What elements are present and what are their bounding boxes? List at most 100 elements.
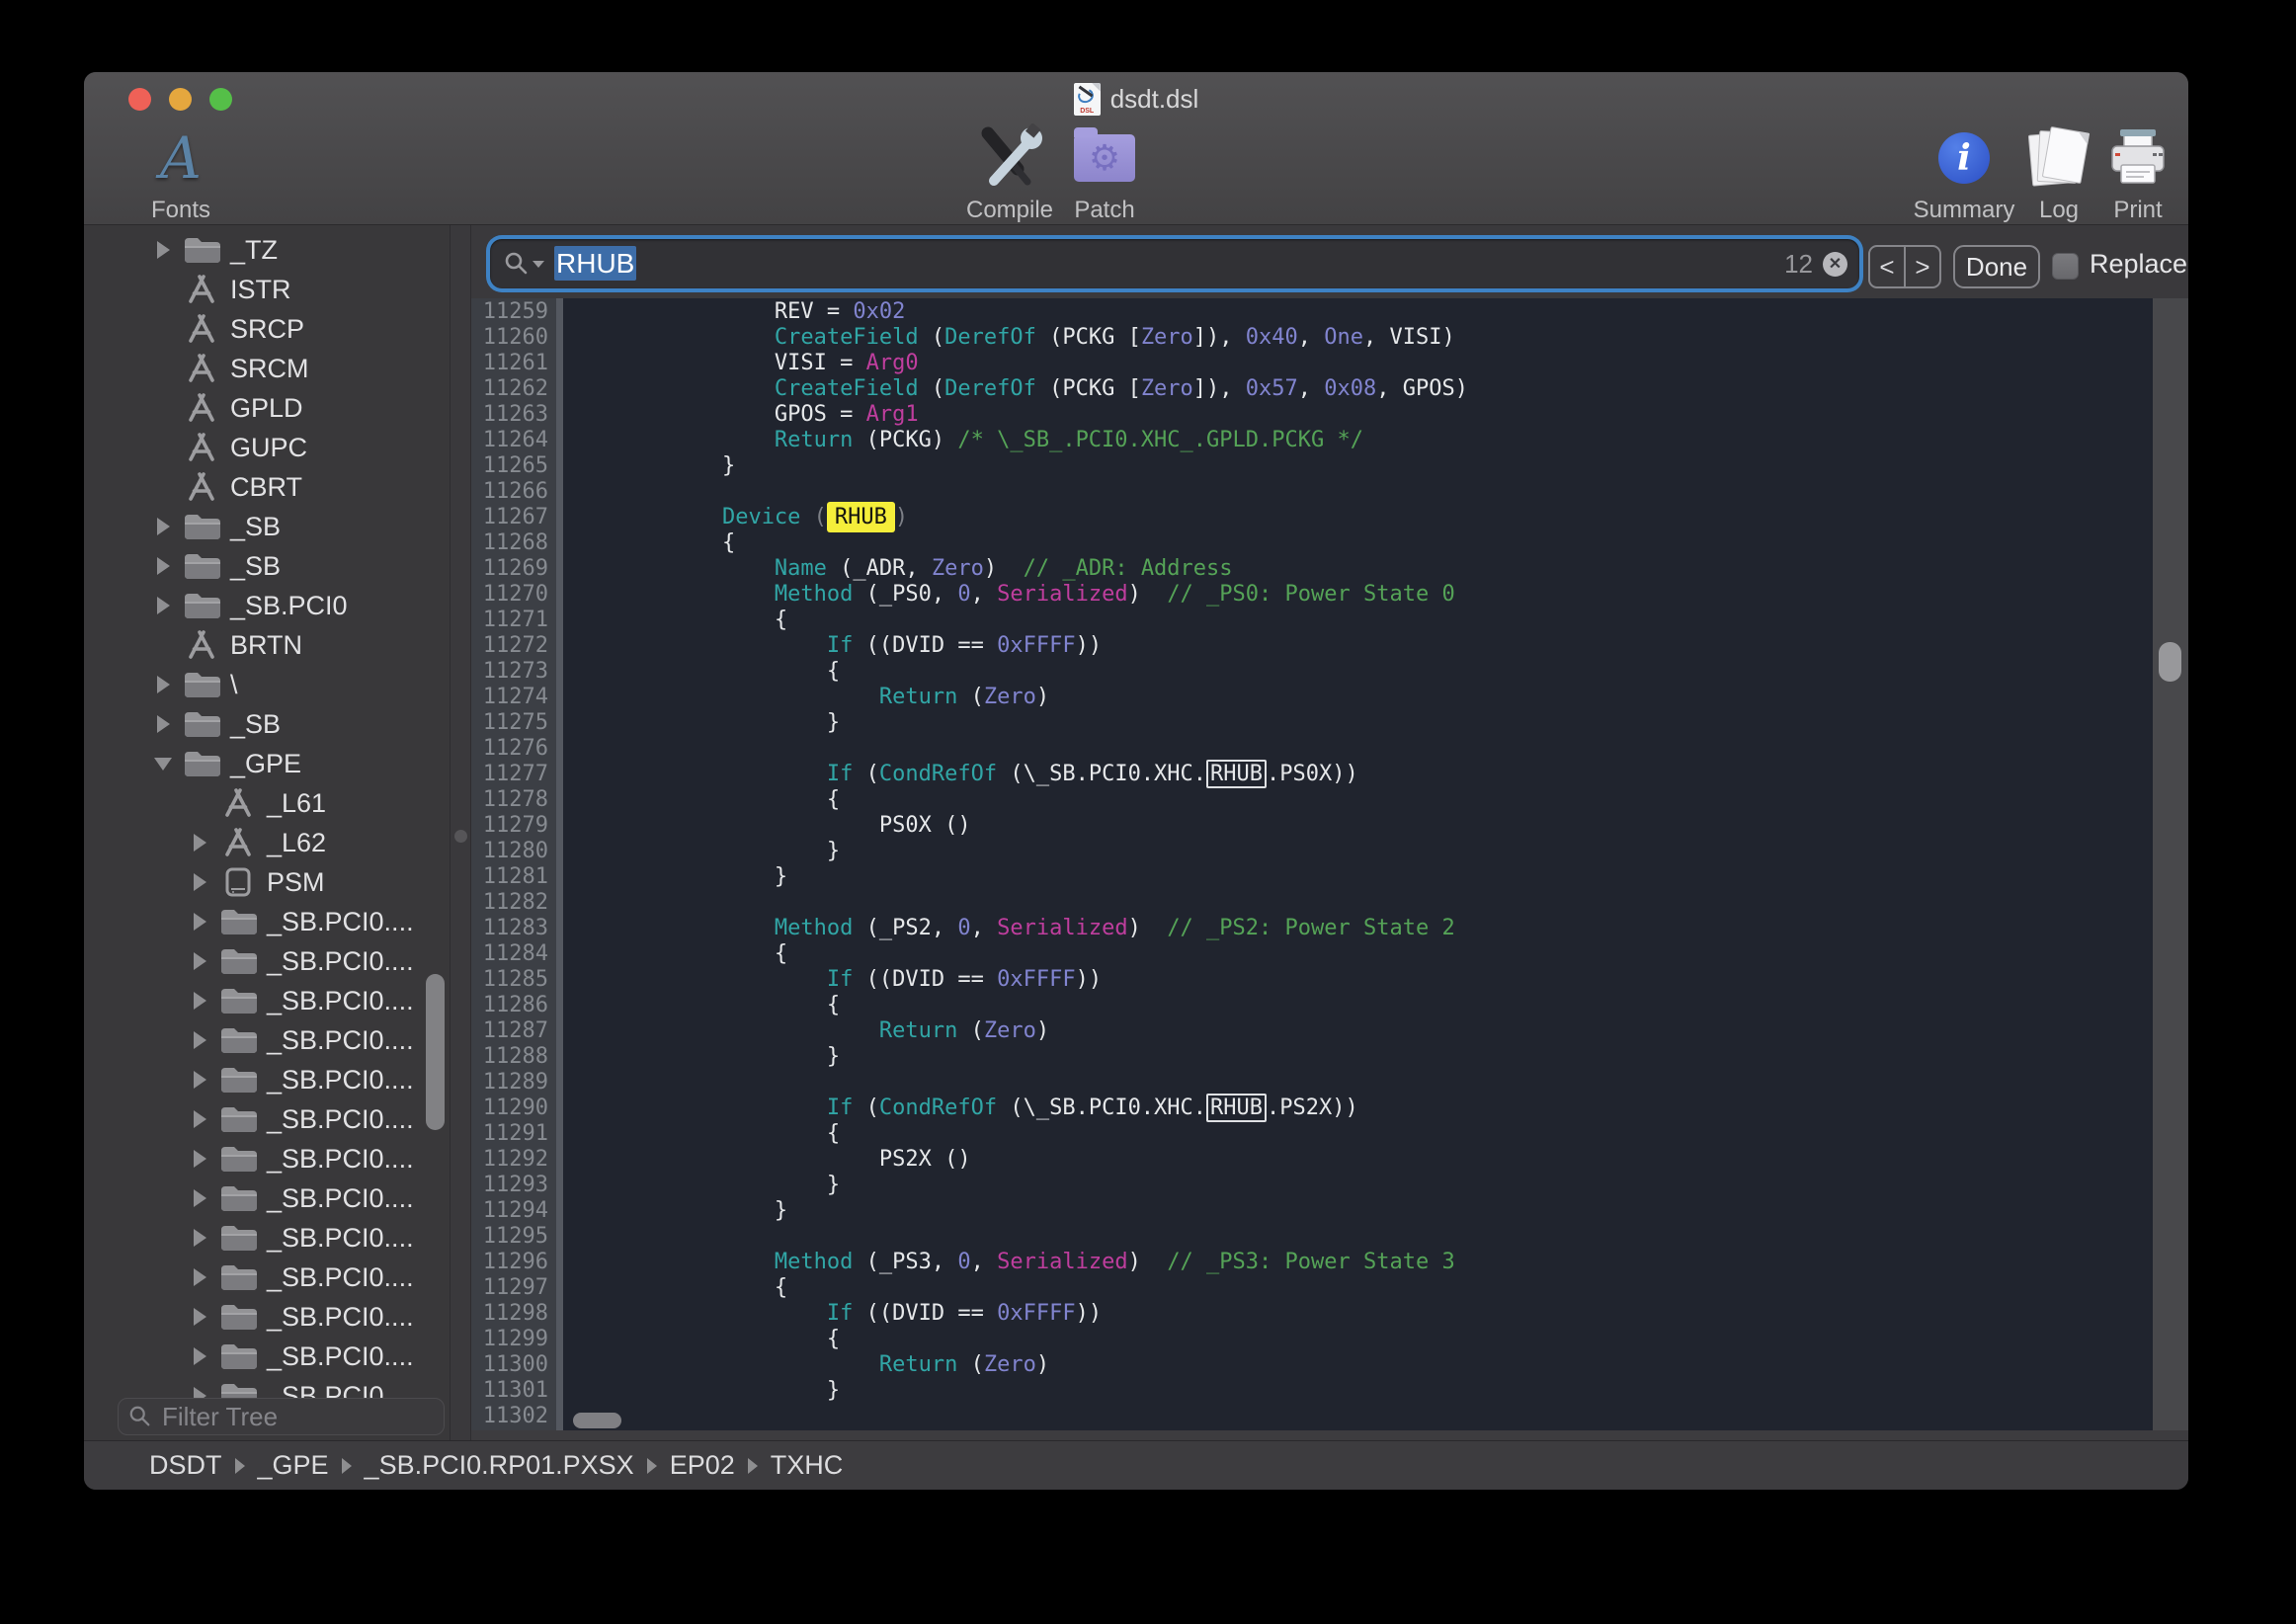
code-segment: } bbox=[827, 1378, 840, 1403]
breadcrumb-item[interactable]: _GPE bbox=[258, 1450, 329, 1481]
sidebar-item-_sbpci0[interactable]: _SB.PCI0.... bbox=[84, 1178, 450, 1218]
disclosure-closed-icon[interactable] bbox=[157, 557, 170, 575]
sidebar-item-_sbpci0[interactable]: _SB.PCI0.... bbox=[84, 1218, 450, 1258]
code-segment: (\_SB.PCI0.XHC. bbox=[1010, 1096, 1206, 1120]
breadcrumb-item[interactable]: TXHC bbox=[771, 1450, 844, 1481]
code-segment: } bbox=[775, 1198, 787, 1223]
vertical-scrollbar-thumb[interactable] bbox=[2159, 642, 2181, 682]
done-button[interactable]: Done bbox=[1953, 245, 2040, 288]
disclosure-closed-icon[interactable] bbox=[194, 913, 206, 931]
breadcrumb-item[interactable]: DSDT bbox=[149, 1450, 222, 1481]
horizontal-scrollbar-thumb[interactable] bbox=[573, 1413, 621, 1428]
document-icon: DSL bbox=[1074, 83, 1101, 116]
find-previous-button[interactable]: < bbox=[1870, 247, 1906, 286]
disclosure-closed-icon[interactable] bbox=[194, 1268, 206, 1286]
sidebar-item-_l62[interactable]: _L62 bbox=[84, 823, 450, 862]
code-segment: 0xFFFF bbox=[997, 633, 1075, 658]
sidebar-item-cbrt[interactable]: CBRT bbox=[84, 467, 450, 507]
sidebar-item-_sbpci0[interactable]: _SB.PCI0.... bbox=[84, 1020, 450, 1060]
disclosure-closed-icon[interactable] bbox=[194, 834, 206, 852]
disclosure-closed-icon[interactable] bbox=[194, 1308, 206, 1326]
code-segment: REV = bbox=[775, 299, 853, 324]
sidebar-item-_sbpci0[interactable]: _SB.PCI0.... bbox=[84, 1258, 450, 1297]
sidebar-item-brtn[interactable]: BRTN bbox=[84, 625, 450, 665]
editor-bottom-strip bbox=[471, 1430, 2188, 1440]
disclosure-closed-icon[interactable] bbox=[194, 1189, 206, 1207]
disclosure-closed-icon[interactable] bbox=[194, 1031, 206, 1049]
disclosure-closed-icon[interactable] bbox=[194, 952, 206, 970]
code-line: 11273 { bbox=[471, 659, 2188, 685]
sidebar-item-_sbpci0[interactable]: _SB.PCI0.... bbox=[84, 1099, 450, 1139]
sidebar-item-_sbpci0[interactable]: _SB.PCI0 bbox=[84, 586, 450, 625]
disclosure-closed-icon[interactable] bbox=[194, 1347, 206, 1365]
clear-search-icon[interactable]: ✕ bbox=[1823, 252, 1847, 277]
sidebar-item-_sbpci0[interactable]: _SB.PCI0.... bbox=[84, 1337, 450, 1376]
sidebar-item-_tz[interactable]: _TZ bbox=[84, 230, 450, 270]
disclosure-closed-icon[interactable] bbox=[157, 676, 170, 693]
folder-icon bbox=[215, 1223, 261, 1253]
symbol-tree[interactable]: _TZISTRSRCPSRCMGPLDGUPCCBRT_SB_SB_SB.PCI… bbox=[84, 230, 450, 1490]
patch-folder-icon: ⚙ bbox=[1074, 134, 1135, 182]
filter-tree-input[interactable]: Filter Tree bbox=[118, 1398, 445, 1435]
sidebar-item-gupc[interactable]: GUPC bbox=[84, 428, 450, 467]
disclosure-closed-icon[interactable] bbox=[194, 1110, 206, 1128]
sidebar-item-_sb[interactable]: _SB bbox=[84, 507, 450, 546]
sidebar-item-srcm[interactable]: SRCM bbox=[84, 349, 450, 388]
sidebar-item-_sbpci0[interactable]: _SB.PCI0.... bbox=[84, 981, 450, 1020]
sidebar-item-[interactable]: \ bbox=[84, 665, 450, 704]
disclosure-closed-icon[interactable] bbox=[194, 1071, 206, 1089]
disclosure-closed-icon[interactable] bbox=[157, 597, 170, 614]
find-next-button[interactable]: > bbox=[1906, 247, 1939, 286]
breadcrumb-item[interactable]: _SB.PCI0.RP01.PXSX bbox=[365, 1450, 634, 1481]
disclosure-open-icon[interactable] bbox=[154, 758, 172, 771]
disclosure-closed-icon[interactable] bbox=[194, 992, 206, 1010]
sidebar-item-_l61[interactable]: _L61 bbox=[84, 783, 450, 823]
code-segment: If bbox=[827, 1096, 866, 1120]
replace-checkbox[interactable] bbox=[2052, 253, 2079, 280]
sidebar-item-label: _SB.PCI0.... bbox=[267, 1065, 414, 1096]
disclosure-closed-icon[interactable] bbox=[194, 1150, 206, 1168]
folder-icon bbox=[215, 1302, 261, 1332]
code-segment: } bbox=[827, 1173, 840, 1197]
sidebar-item-_sb[interactable]: _SB bbox=[84, 546, 450, 586]
sidebar-item-_sbpci0[interactable]: _SB.PCI0.... bbox=[84, 1060, 450, 1099]
sidebar-item-_gpe[interactable]: _GPE bbox=[84, 744, 450, 783]
code-segment: { bbox=[775, 1275, 787, 1300]
search-menu-chevron-icon[interactable] bbox=[533, 261, 544, 268]
toolbar-item-patch[interactable]: ⚙ Patch bbox=[1030, 122, 1179, 224]
sidebar-scrollbar-thumb[interactable] bbox=[426, 974, 445, 1130]
disclosure-closed-icon[interactable] bbox=[157, 518, 170, 535]
disclosure-closed-icon[interactable] bbox=[194, 873, 206, 891]
replace-label: Replace bbox=[2090, 249, 2187, 280]
sidebar-item-psm[interactable]: PSM bbox=[84, 862, 450, 902]
code-line: 11272 If ((DVID == 0xFFFF)) bbox=[471, 633, 2188, 659]
pane-splitter[interactable] bbox=[450, 225, 471, 1440]
toolbar-item-print[interactable]: Print bbox=[2064, 122, 2188, 224]
search-input[interactable]: RHUB 12 ✕ bbox=[490, 239, 1859, 288]
toolbar-item-fonts[interactable]: A Fonts bbox=[107, 122, 255, 224]
editor-vertical-scrollbar[interactable] bbox=[2153, 298, 2188, 1430]
code-segment: // _ADR: Address bbox=[1024, 556, 1233, 581]
code-segment: PS0X () bbox=[879, 813, 971, 838]
sidebar-item-srcp[interactable]: SRCP bbox=[84, 309, 450, 349]
disclosure-closed-icon[interactable] bbox=[157, 715, 170, 733]
titlebar-toolbar[interactable]: DSL dsdt.dsl A Fonts Compile bbox=[84, 72, 2188, 225]
code-line: 11264 Return (PCKG) /* \_SB_.PCI0.XHC_.G… bbox=[471, 428, 2188, 453]
sidebar-item-_sbpci0[interactable]: _SB.PCI0.... bbox=[84, 941, 450, 981]
sidebar-item-_sbpci0[interactable]: _SB.PCI0.... bbox=[84, 902, 450, 941]
line-number: 11271 bbox=[471, 608, 548, 633]
sidebar-item-_sbpci0[interactable]: _SB.PCI0.... bbox=[84, 1139, 450, 1178]
sidebar-item-gpld[interactable]: GPLD bbox=[84, 388, 450, 428]
code-segment: ]), bbox=[1193, 325, 1246, 350]
search-match: RHUB bbox=[1206, 760, 1267, 788]
sidebar-item-_sbpci0[interactable]: _SB.PCI0.... bbox=[84, 1297, 450, 1337]
code-segment: CondRefOf bbox=[879, 1096, 1010, 1120]
disclosure-closed-icon[interactable] bbox=[194, 1229, 206, 1247]
sidebar-item-_sb[interactable]: _SB bbox=[84, 704, 450, 744]
disclosure-closed-icon[interactable] bbox=[157, 241, 170, 259]
breadcrumb-item[interactable]: EP02 bbox=[670, 1450, 735, 1481]
code-editor[interactable]: 11259 REV = 0x0211260 CreateField (Deref… bbox=[471, 298, 2188, 1430]
code-line: 11281 } bbox=[471, 864, 2188, 890]
sidebar-item-istr[interactable]: ISTR bbox=[84, 270, 450, 309]
code-segment: GPOS = bbox=[775, 402, 866, 427]
